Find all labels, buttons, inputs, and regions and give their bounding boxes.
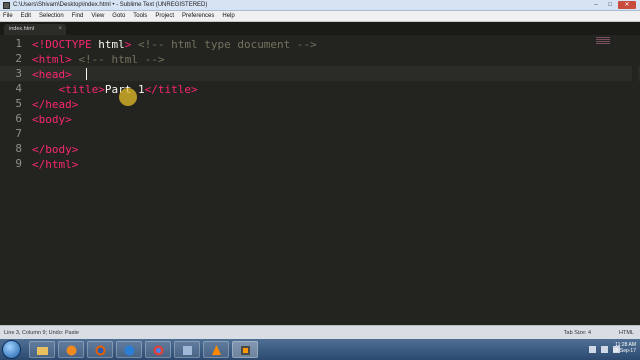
- menu-edit[interactable]: Edit: [21, 13, 31, 19]
- media-player-icon: [66, 345, 77, 356]
- code-line[interactable]: </head>: [32, 97, 78, 112]
- code-token: html: [91, 38, 125, 51]
- taskbar-chrome[interactable]: [145, 341, 171, 358]
- chrome-icon: [153, 345, 164, 356]
- code-token: -->: [138, 53, 165, 66]
- clock-date: 18-Sep-17: [612, 348, 636, 354]
- code-line[interactable]: <body>: [32, 112, 72, 127]
- code-token: </head>: [32, 98, 79, 111]
- vlc-icon: [212, 345, 221, 355]
- code-token: <title>: [32, 83, 105, 96]
- tab-size-selector[interactable]: Tab Size: 4: [564, 330, 591, 336]
- code-token: </html>: [32, 158, 79, 171]
- menu-goto[interactable]: Goto: [112, 13, 125, 19]
- line-number: 5: [15, 97, 22, 110]
- taskbar-ie[interactable]: [116, 341, 142, 358]
- line-number: 1: [15, 37, 22, 50]
- volume-icon[interactable]: [601, 346, 608, 353]
- line-number: 7: [15, 127, 22, 140]
- code-token: <!: [32, 38, 46, 51]
- text-cursor: [86, 68, 87, 80]
- line-number: 8: [15, 142, 22, 155]
- sublime-app-icon: [3, 1, 10, 9]
- taskbar-libraries[interactable]: [174, 341, 200, 358]
- syntax-selector[interactable]: HTML: [619, 330, 634, 336]
- code-line[interactable]: </html>: [32, 157, 78, 172]
- line-number: 9: [15, 157, 22, 170]
- network-icon[interactable]: [589, 346, 596, 353]
- firefox-icon: [95, 345, 106, 356]
- status-position: Line 3, Column 9; Undo: Paste: [4, 329, 79, 336]
- menu-preferences[interactable]: Preferences: [182, 13, 214, 19]
- code-token: <!-- html type document -->: [131, 38, 317, 51]
- editor-area[interactable]: 1 2 3 4 5 6 7 8 9 <!DOCTYPE html> <!-- html type…: [0, 35, 640, 325]
- internet-explorer-icon: [124, 345, 135, 356]
- taskbar-explorer[interactable]: [29, 341, 55, 358]
- code-token: html: [111, 53, 139, 66]
- code-line[interactable]: <title>Part 1</title>: [32, 82, 198, 97]
- close-button[interactable]: ✕: [618, 1, 636, 9]
- scrollbar[interactable]: [632, 35, 638, 325]
- code-token: DOCTYPE: [45, 38, 92, 51]
- minimap[interactable]: [596, 37, 610, 47]
- code-token: <html>: [32, 53, 72, 66]
- tab-close-icon[interactable]: ×: [58, 24, 62, 35]
- tab-label: index.html: [9, 26, 35, 32]
- line-number: 2: [15, 52, 22, 65]
- mouse-highlight: [119, 88, 137, 106]
- sublime-text-icon: [241, 346, 250, 355]
- line-number: 4: [15, 82, 22, 95]
- taskbar-sublime-text[interactable]: [232, 341, 258, 358]
- window-controls: – □ ✕: [590, 1, 636, 9]
- menu-bar: File Edit Selection Find View Goto Tools…: [0, 11, 640, 22]
- menu-file[interactable]: File: [3, 13, 13, 19]
- taskbar-vlc[interactable]: [203, 341, 229, 358]
- menu-view[interactable]: View: [91, 13, 104, 19]
- taskbar: 11:28 AM 18-Sep-17: [0, 339, 640, 360]
- code-line[interactable]: <!DOCTYPE html> <!-- html type document …: [32, 37, 317, 52]
- start-button[interactable]: [2, 340, 21, 359]
- menu-help[interactable]: Help: [222, 13, 234, 19]
- libraries-icon: [183, 346, 192, 355]
- status-bar: Line 3, Column 9; Undo: Paste Tab Size: …: [0, 325, 640, 339]
- window-title: C:\Users\Shivam\Desktop\index.html • - S…: [13, 2, 208, 8]
- code-token: <head>: [32, 68, 72, 81]
- menu-tools[interactable]: Tools: [133, 13, 147, 19]
- tab-index-html[interactable]: index.html ×: [4, 24, 66, 35]
- code-line[interactable]: </body>: [32, 142, 78, 157]
- menu-find[interactable]: Find: [72, 13, 84, 19]
- code-token: <body>: [32, 113, 72, 126]
- minimize-button[interactable]: –: [590, 1, 602, 9]
- code-token: </title>: [144, 83, 198, 96]
- menu-project[interactable]: Project: [155, 13, 174, 19]
- line-number-gutter: 1 2 3 4 5 6 7 8 9: [0, 35, 28, 325]
- code-token: </body>: [32, 143, 79, 156]
- tab-bar: index.html ×: [0, 22, 640, 35]
- taskbar-firefox[interactable]: [87, 341, 113, 358]
- folder-icon: [37, 347, 48, 355]
- title-bar: C:\Users\Shivam\Desktop\index.html • - S…: [0, 0, 640, 11]
- menu-selection[interactable]: Selection: [39, 13, 64, 19]
- code-line[interactable]: <head>: [32, 67, 85, 82]
- line-number: 3: [15, 67, 22, 80]
- code-line[interactable]: <html> <!-- html -->: [32, 52, 165, 67]
- taskbar-media-player[interactable]: [58, 341, 84, 358]
- maximize-button[interactable]: □: [604, 1, 616, 9]
- code-view[interactable]: <!DOCTYPE html> <!-- html type document …: [32, 35, 592, 325]
- code-token: <!--: [71, 53, 112, 66]
- clock[interactable]: 11:28 AM 18-Sep-17: [613, 342, 636, 354]
- line-number: 6: [15, 112, 22, 125]
